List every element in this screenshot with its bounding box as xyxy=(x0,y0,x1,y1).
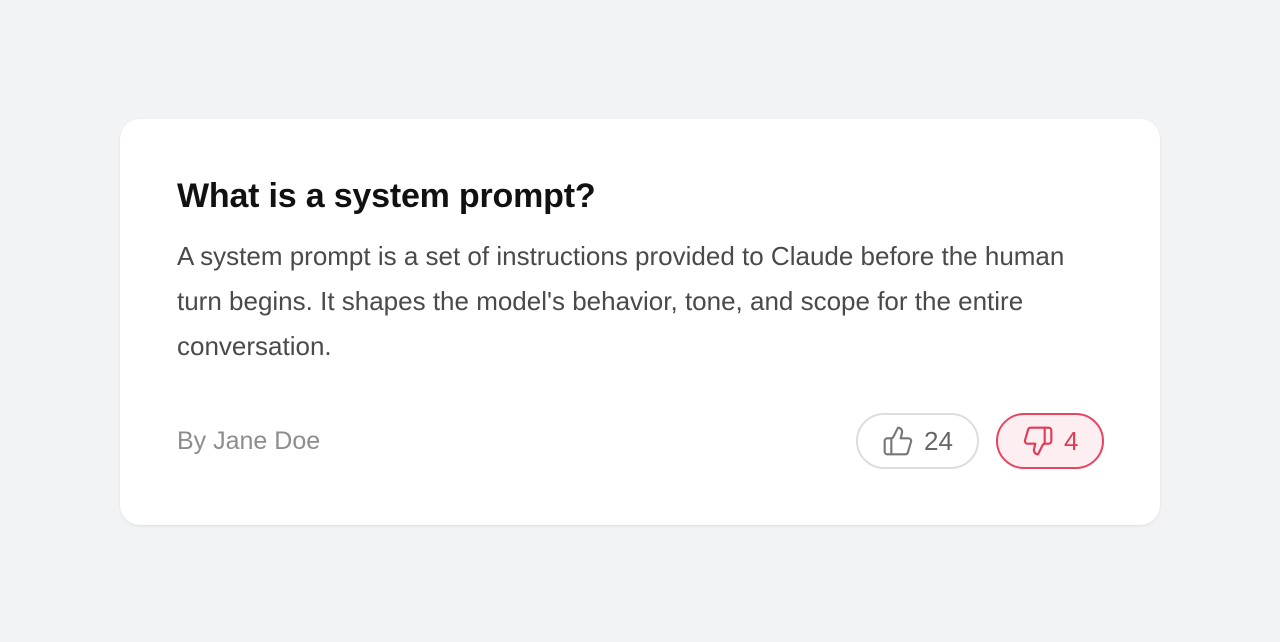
vote-actions: 24 4 xyxy=(856,413,1104,469)
thumbs-up-icon xyxy=(882,425,914,457)
downvote-count: 4 xyxy=(1064,425,1079,456)
thumbs-down-icon xyxy=(1022,425,1054,457)
card-body: A system prompt is a set of instructions… xyxy=(177,241,1065,361)
card-footer: By Jane Doe 24 4 xyxy=(177,413,1104,469)
author-byline: By Jane Doe xyxy=(177,426,321,455)
upvote-count: 24 xyxy=(924,425,953,456)
downvote-button[interactable]: 4 xyxy=(996,413,1104,469)
upvote-button[interactable]: 24 xyxy=(856,413,979,469)
card-title: What is a system prompt? xyxy=(177,177,596,215)
qa-card: What is a system prompt? A system prompt… xyxy=(120,119,1160,525)
